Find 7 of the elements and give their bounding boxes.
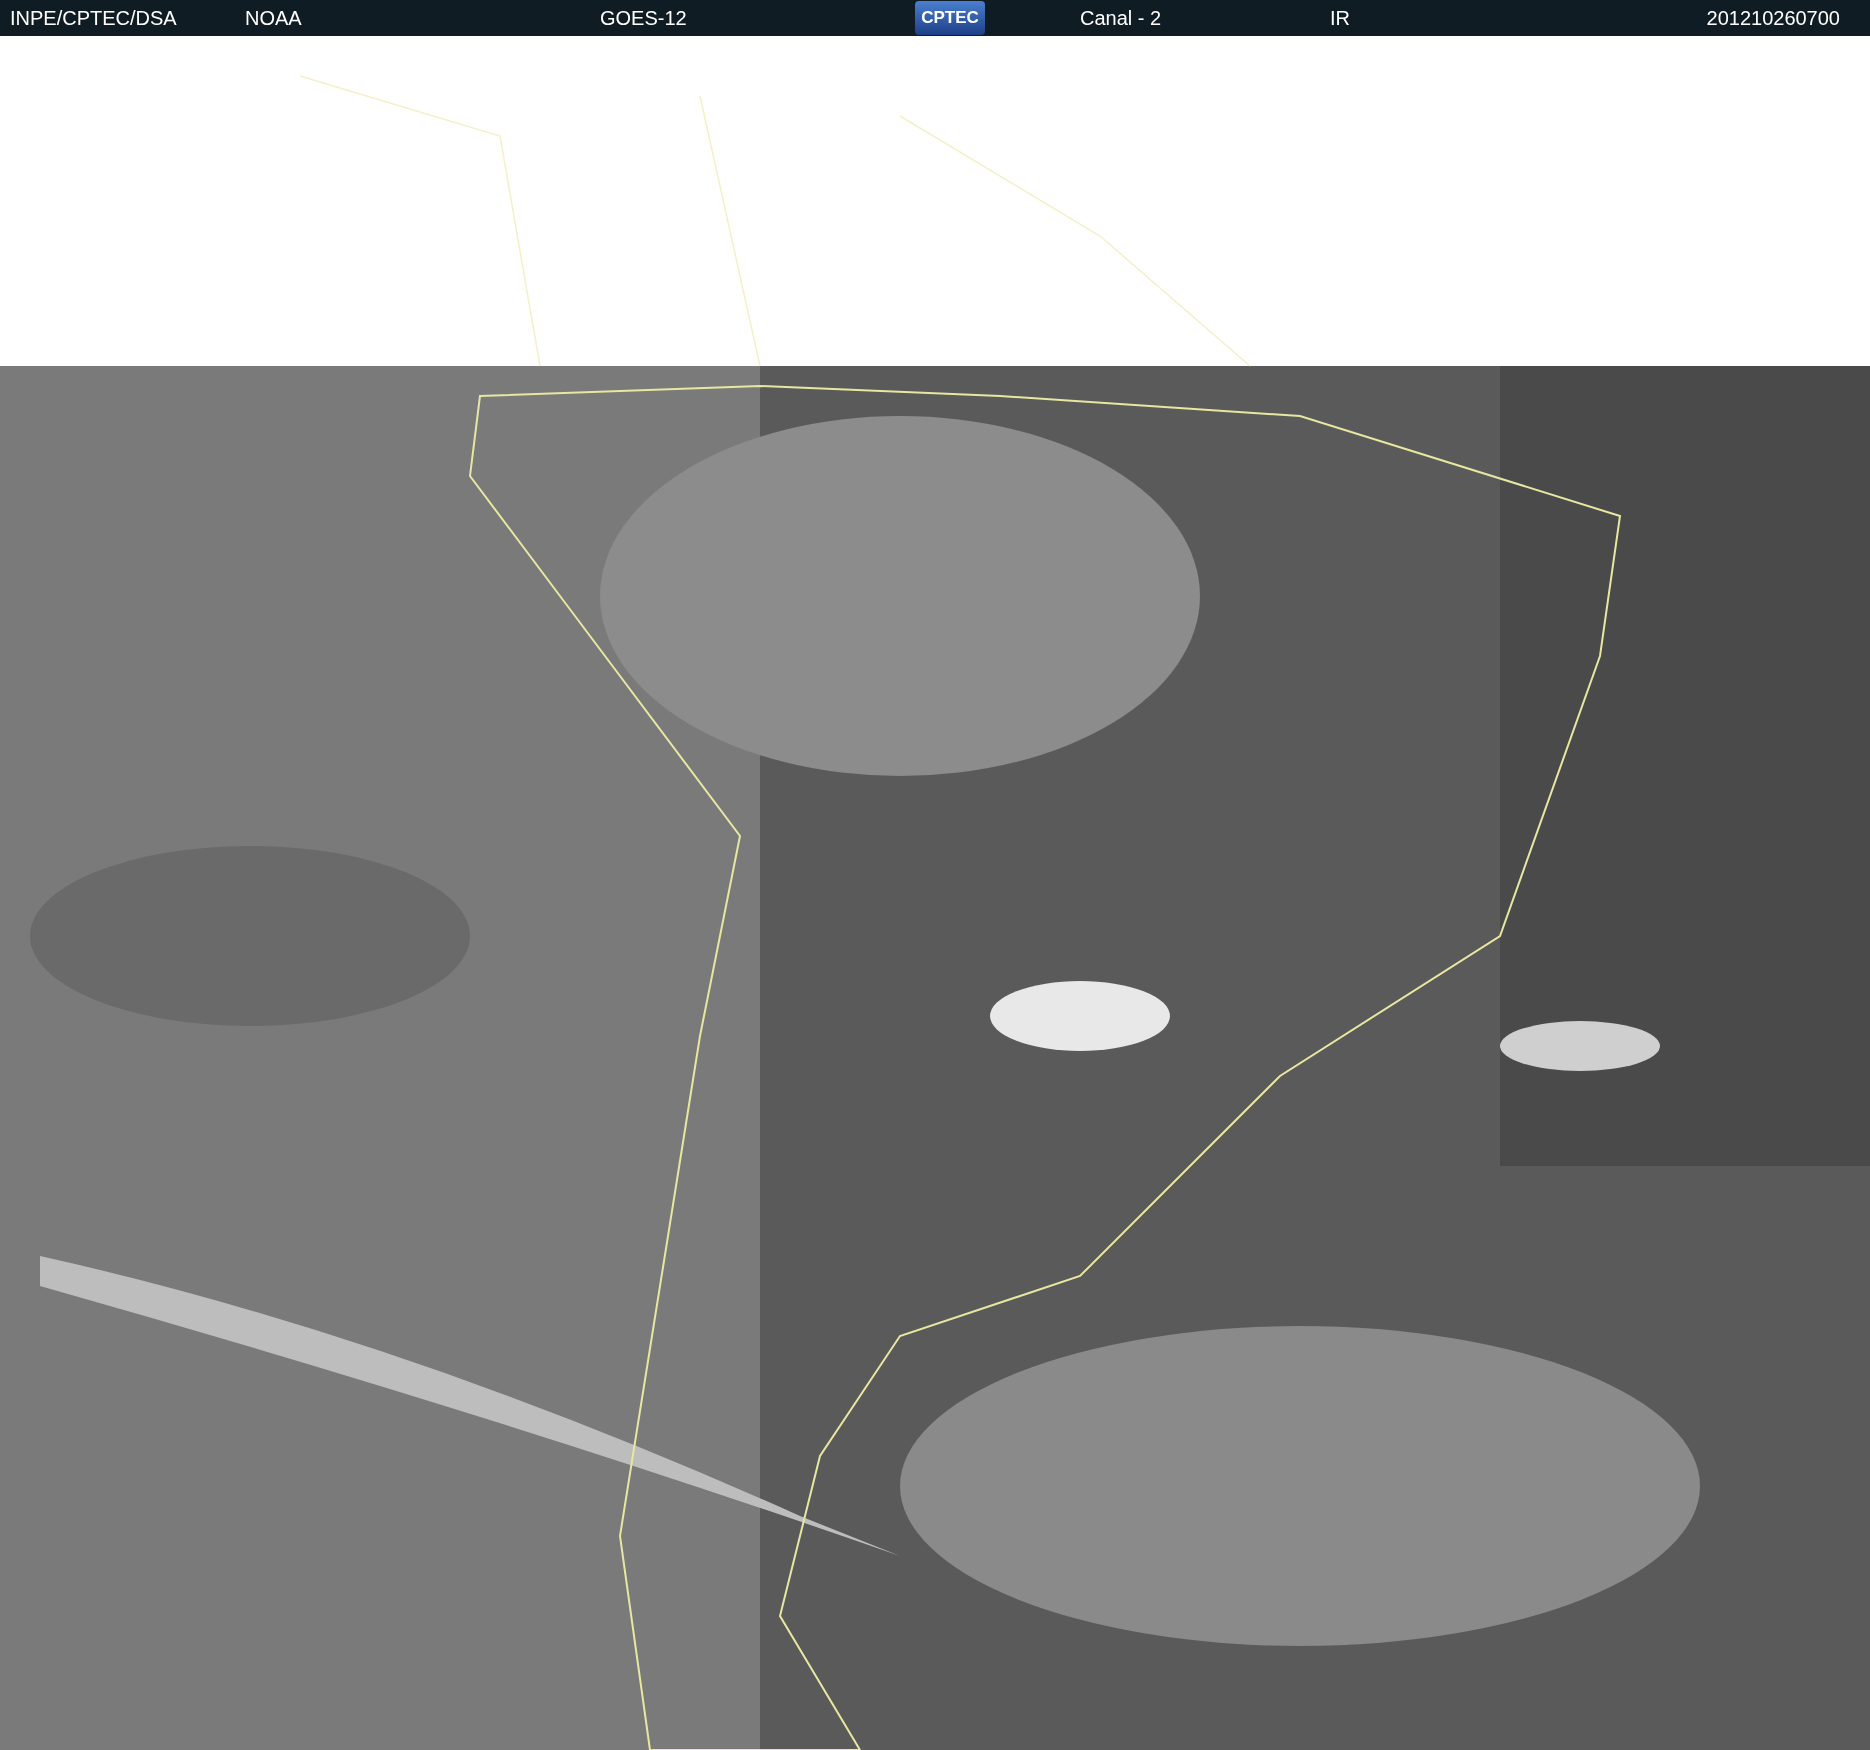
header-text: NOAA bbox=[245, 6, 303, 30]
header-text: GOES-12 bbox=[600, 6, 688, 30]
header-text: IR bbox=[1330, 6, 1351, 30]
header-text: Canal - 2 bbox=[1080, 6, 1163, 30]
header-text: INPE/CPTEC/DSA bbox=[10, 6, 178, 30]
timestamp-text: 201210260700 bbox=[1706, 6, 1840, 30]
logo: CPTEC bbox=[915, 1, 985, 35]
